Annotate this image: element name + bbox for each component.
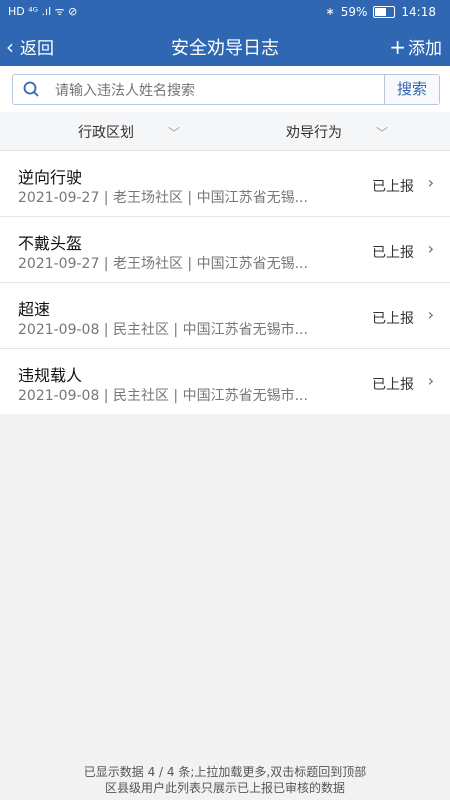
record-name: 不戴头盔	[18, 234, 83, 253]
add-label: 添加	[408, 39, 442, 59]
record-meta: 2021-09-08 | 民主社区 | 中国江苏省无锡市...	[18, 388, 308, 404]
chevron-right-icon: ›	[427, 305, 434, 324]
record-name: 逆向行驶	[18, 168, 83, 187]
status-badge: 已上报	[372, 311, 414, 327]
add-button[interactable]: + 添加	[389, 34, 442, 60]
page-title[interactable]: 安全劝导日志	[0, 34, 450, 60]
record-meta: 2021-09-27 | 老王场社区 | 中国江苏省无锡...	[18, 190, 308, 206]
app-header: ‹ 返回 安全劝导日志 + 添加	[0, 26, 450, 66]
status-right: ∗ 59% 14:18	[326, 5, 436, 19]
list-footer: 已显示数据 4 / 4 条;上拉加载更多,双击标题回到顶部 区县级用户此列表只展…	[0, 764, 450, 796]
search-box: 搜索	[12, 74, 440, 105]
footer-note-text: 区县级用户此列表只展示已上报已审核的数据	[104, 781, 345, 795]
record-name: 超速	[18, 300, 51, 319]
chevron-down-icon: ﹀	[376, 125, 389, 140]
bluetooth-vibrate-icon: ∗	[325, 5, 335, 18]
status-bar: HD ⁴ᴳ .ıl ᯤ ⊘ ∗ 59% 14:18	[0, 0, 450, 26]
battery-icon	[373, 6, 396, 18]
footer-count-text: 已显示数据 4 / 4 条;上拉加载更多,双击标题回到顶部	[83, 765, 367, 779]
filter-behavior[interactable]: 劝导行为 ﹀	[286, 122, 388, 142]
status-badge: 已上报	[372, 179, 414, 195]
chevron-down-icon: ﹀	[168, 125, 181, 140]
list-item[interactable]: 超速 2021-09-08 | 民主社区 | 中国江苏省无锡市... 已上报 ›	[0, 283, 450, 349]
chevron-right-icon: ›	[427, 239, 434, 258]
signal-wifi-icons: HD ⁴ᴳ .ıl ᯤ ⊘	[8, 5, 78, 18]
list-item[interactable]: 不戴头盔 2021-09-27 | 老王场社区 | 中国江苏省无锡... 已上报…	[0, 217, 450, 283]
search-icon	[23, 81, 39, 97]
chevron-right-icon: ›	[427, 371, 434, 390]
record-name: 违规载人	[18, 366, 83, 385]
chevron-right-icon: ›	[427, 173, 434, 192]
search-input[interactable]	[53, 75, 385, 105]
search-bar: 搜索	[0, 66, 450, 112]
list-item[interactable]: 违规载人 2021-09-08 | 民主社区 | 中国江苏省无锡市... 已上报…	[0, 349, 450, 414]
list-item[interactable]: 逆向行驶 2021-09-27 | 老王场社区 | 中国江苏省无锡... 已上报…	[0, 151, 450, 217]
status-badge: 已上报	[372, 377, 414, 393]
battery-level	[375, 8, 387, 16]
filter-region-label: 行政区划	[78, 125, 134, 141]
search-button[interactable]: 搜索	[384, 75, 439, 104]
filter-bar: 行政区划 ﹀ 劝导行为 ﹀	[0, 112, 450, 151]
record-list: 逆向行驶 2021-09-27 | 老王场社区 | 中国江苏省无锡... 已上报…	[0, 151, 450, 414]
record-meta: 2021-09-27 | 老王场社区 | 中国江苏省无锡...	[18, 256, 308, 272]
status-badge: 已上报	[372, 245, 414, 261]
battery-percent: 59%	[340, 5, 368, 19]
status-left-icons: HD ⁴ᴳ .ıl ᯤ ⊘	[8, 5, 77, 19]
plus-icon: +	[389, 34, 406, 59]
filter-region[interactable]: 行政区划 ﹀	[78, 122, 180, 142]
record-meta: 2021-09-08 | 民主社区 | 中国江苏省无锡市...	[18, 322, 308, 338]
filter-behavior-label: 劝导行为	[286, 125, 342, 141]
clock: 14:18	[401, 5, 436, 19]
